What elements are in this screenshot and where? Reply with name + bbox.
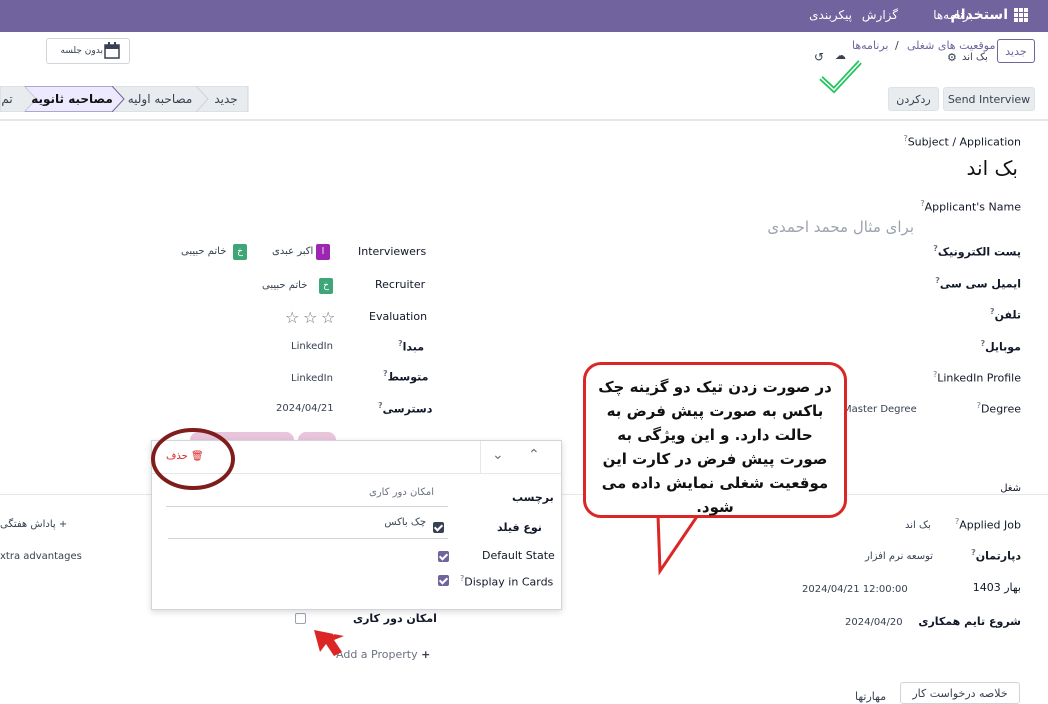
label-caption: برچسب — [512, 491, 554, 504]
arrow-number: ۲ — [332, 628, 337, 638]
new-button[interactable]: جدید — [997, 39, 1035, 63]
subject-label: ?Subject / Application — [903, 134, 1021, 149]
menu-config[interactable]: پیکربندی — [809, 8, 852, 22]
tag-chip — [298, 432, 336, 440]
send-interview-button[interactable]: Send Interview — [943, 87, 1035, 111]
star-icon[interactable]: ☆ — [303, 308, 317, 327]
tab-application-summary[interactable]: خلاصه درخواست کار — [900, 682, 1020, 704]
meeting-button-label: بدون جلسه — [60, 46, 103, 56]
delete-highlight-circle — [151, 428, 235, 490]
recruiter-name[interactable]: خاتم حبیبی — [262, 280, 307, 291]
medium-value[interactable]: LinkedIn — [291, 373, 333, 384]
department-value[interactable]: توسعه نرم افزار — [865, 551, 933, 562]
chevron-down-icon[interactable]: ⌄ — [492, 447, 504, 463]
breadcrumb-child[interactable]: برنامه‌ها — [852, 39, 889, 52]
department-label: ?دپارتمان — [971, 548, 1021, 563]
company-label: بهار 1403 — [972, 581, 1021, 594]
job-section-title: شغل — [1000, 483, 1021, 494]
apps-grid-icon[interactable] — [1014, 8, 1028, 22]
applicant-label: ?Applicant's Name — [920, 199, 1021, 214]
remote-property-checkbox[interactable] — [295, 613, 306, 624]
display-in-cards-label: ?Display in Cards — [460, 574, 554, 589]
email-label: ?پست الکترونیک — [933, 244, 1021, 259]
red-arrow-icon — [314, 630, 344, 656]
record-name: بک اند — [962, 52, 988, 63]
stage-second-interview[interactable]: مصاحبه ثانویه — [30, 86, 114, 112]
refuse-button[interactable]: ردکردن — [888, 87, 939, 111]
interviewer-1-name[interactable]: اکبر عبدی — [272, 246, 313, 257]
display-in-cards-checkbox[interactable] — [438, 575, 449, 586]
degree-value[interactable]: Master Degree — [843, 404, 917, 415]
add-property-link[interactable]: Add a Property + — [336, 648, 430, 661]
interviewer-2-name[interactable]: خاتم حبیبی — [181, 246, 226, 257]
mobile-label: ?موبایل — [980, 339, 1021, 354]
linkedin-label: ?LinkedIn Profile — [932, 370, 1021, 385]
stage-next[interactable]: تم — [0, 86, 14, 112]
avatar-recruiter: خ — [319, 278, 333, 294]
tab-skills[interactable]: مهارتها — [855, 690, 886, 703]
applied-job-value[interactable]: بک اند — [905, 520, 931, 531]
source-label: ?مبدا — [398, 339, 425, 354]
source-value[interactable]: LinkedIn — [291, 341, 333, 352]
availability-label: ?دسترسی — [378, 401, 433, 416]
field-type-caption: نوع فیلد — [497, 521, 542, 534]
star-icon[interactable]: ☆ — [321, 308, 335, 327]
start-value[interactable]: 2024/04/20 — [845, 617, 903, 628]
star-icon[interactable]: ☆ — [285, 308, 299, 327]
subject-input[interactable]: بک اند — [967, 156, 1018, 180]
chevron-up-icon[interactable]: ⌃ — [528, 447, 540, 463]
default-state-checkbox[interactable] — [438, 551, 449, 562]
field-type-select[interactable]: چک باکس — [168, 517, 448, 539]
phone-label: ?تلفن — [989, 307, 1021, 322]
recruiter-label: Recruiter — [375, 278, 426, 291]
extra-advantages: xtra advantages — [0, 551, 82, 562]
degree-label: ?Degree — [976, 401, 1021, 416]
remote-property-label: امکان دور کاری — [353, 612, 437, 625]
medium-label: ?متوسط — [383, 369, 429, 384]
start-label: شروع تایم همکاری — [918, 615, 1021, 628]
applicant-input[interactable]: برای مثال محمد احمدی — [767, 218, 914, 236]
applied-job-label: ?Applied Job — [954, 517, 1021, 532]
availability-value[interactable]: 2024/04/21 — [276, 403, 334, 414]
stage-first-interview[interactable]: مصاحبه اولیه — [120, 86, 200, 112]
date-value[interactable]: 2024/04/21 12:00:00 — [802, 584, 908, 595]
cc-label: ?ایمیل سی سی — [935, 276, 1021, 291]
avatar-interviewer-1: ا — [316, 244, 330, 260]
stage-new[interactable]: جدید — [206, 86, 246, 112]
menu-report[interactable]: گزارش — [862, 8, 898, 22]
breadcrumb-separator: / — [895, 39, 899, 52]
default-state-label: Default State — [482, 549, 555, 562]
gear-icon[interactable]: ⚙ — [947, 51, 957, 64]
avatar-interviewer-2: خ — [233, 244, 247, 260]
popup-divider — [480, 441, 481, 474]
checkbox-type-icon — [433, 522, 444, 533]
weekly-bonus-row[interactable]: پاداش هفتگی + — [0, 519, 74, 530]
top-navbar: استخدام برنامه‌ها گزارش پیکربندی — [0, 0, 1048, 32]
menu-programs[interactable]: برنامه‌ها — [933, 8, 973, 22]
interviewers-label: Interviewers — [358, 245, 427, 258]
check-mark-annotation-icon — [819, 60, 862, 94]
evaluation-label: Evaluation — [369, 310, 428, 323]
annotation-callout: در صورت زدن تیک دو گزینه چک باکس به صورت… — [583, 362, 847, 518]
calendar-icon — [104, 42, 120, 59]
